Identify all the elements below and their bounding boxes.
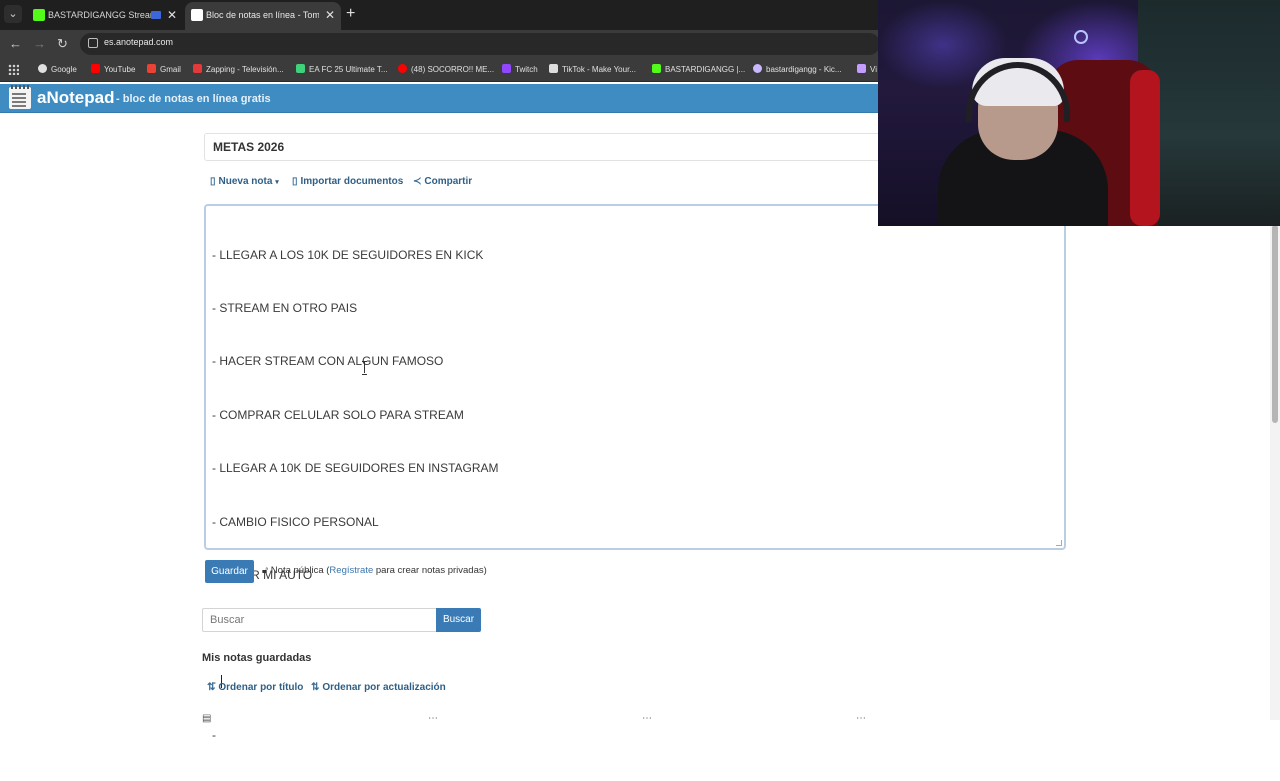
bookmark-tiktok[interactable]: TikTok - Make Your... <box>549 62 636 78</box>
note-line: - HACER STREAM CON ALGUN FAMOSO <box>212 354 444 369</box>
bookmark-vi[interactable]: Vi <box>857 62 877 78</box>
reload-icon[interactable]: ↻ <box>57 36 68 52</box>
unlock-icon: 🔓︎ <box>262 565 269 576</box>
note-line: - COMPRAR CELULAR SOLO PARA STREAM <box>212 407 464 422</box>
search-input[interactable]: Buscar <box>202 608 437 632</box>
close-tab-icon[interactable]: ✕ <box>325 2 335 28</box>
document-icon: ▯ <box>292 176 298 187</box>
apps-grid-icon[interactable] <box>8 64 19 75</box>
webcam-ring-lamp <box>1074 30 1088 44</box>
tab-bastardigangg-stream[interactable]: BASTARDIGANGG Stream - ✕ <box>27 2 183 30</box>
tab-search-dropdown[interactable]: ⌄ <box>4 5 22 23</box>
note-content-textarea[interactable]: - LLEGAR A LOS 10K DE SEGUIDORES EN KICK… <box>204 204 1066 742</box>
ibeam-cursor-icon <box>362 361 367 375</box>
address-bar[interactable]: es.anotepad.com <box>80 33 880 55</box>
caret-down-icon: ▾ <box>275 179 279 186</box>
webcam-chair-side <box>1130 70 1160 226</box>
bookmark-youtube[interactable]: YouTube <box>91 62 135 78</box>
vi-icon <box>857 64 866 73</box>
share-icon: ≺ <box>413 176 422 187</box>
note-title-text: METAS 2026 <box>213 140 285 154</box>
bookmark-bastardigangg-kic[interactable]: bastardigangg - Kic... <box>753 62 842 78</box>
share-link[interactable]: ≺ Compartir <box>413 176 472 187</box>
notepad-logo-icon[interactable] <box>9 85 31 109</box>
forward-arrow-icon[interactable]: → <box>33 36 46 52</box>
bookmark-ea-fc[interactable]: EA FC 25 Ultimate T... <box>296 62 388 78</box>
ea-fc-icon <box>296 64 305 73</box>
kick-favicon-icon <box>33 9 45 21</box>
webcam-overlay <box>878 0 1280 226</box>
resize-handle-icon[interactable] <box>1056 540 1062 546</box>
kick-icon <box>652 64 661 73</box>
note-title-input[interactable]: METAS 2026 <box>204 133 904 161</box>
note-line: - STREAM EN OTRO PAIS <box>212 300 358 315</box>
more-options-icon[interactable]: ⋯ <box>428 713 438 724</box>
tiktok-icon <box>549 64 558 73</box>
more-options-icon[interactable]: ⋯ <box>856 713 866 724</box>
anotepad-favicon-icon <box>191 9 203 21</box>
brand-tagline: - bloc de notas en línea gratis <box>116 93 271 105</box>
sort-by-title-link[interactable]: ⇅ Ordenar por título <box>207 682 303 693</box>
sort-by-updated-link[interactable]: ⇅ Ordenar por actualización <box>311 682 446 693</box>
bookmark-google[interactable]: Google <box>38 62 77 78</box>
tab-cast-icon <box>151 11 161 19</box>
youtube-icon <box>398 64 407 73</box>
brand-name[interactable]: aNotepad <box>37 88 114 108</box>
note-lines: - LLEGAR A LOS 10K DE SEGUIDORES EN KICK… <box>212 211 499 781</box>
scrollbar-thumb[interactable] <box>1272 225 1278 423</box>
bookmark-gmail[interactable]: Gmail <box>147 62 181 78</box>
zapping-icon <box>193 64 202 73</box>
google-icon <box>38 64 47 73</box>
saved-notes-heading: Mis notas guardadas <box>202 652 312 664</box>
back-arrow-icon[interactable]: ← <box>9 36 22 52</box>
gmail-icon <box>147 64 156 73</box>
save-button[interactable]: Guardar <box>205 560 254 583</box>
note-icon: ▯ <box>210 176 216 187</box>
site-info-icon[interactable] <box>88 38 98 48</box>
sort-icon: ⇅ <box>207 682 216 693</box>
note-line: - CAMBIO FISICO PERSONAL <box>212 514 379 529</box>
import-documents-link[interactable]: ▯ Importar documentos <box>292 176 403 187</box>
public-note-notice: 🔓︎ Nota pública (Regístrate para crear n… <box>262 565 487 576</box>
tab-title: Bloc de notas en línea - Toma y <box>206 10 319 20</box>
more-options-icon[interactable]: ⋯ <box>642 713 652 724</box>
bookmark-socorro-video[interactable]: (48) SOCORRO!! ME... <box>398 62 494 78</box>
tab-title: BASTARDIGANGG Stream - <box>48 10 161 20</box>
sort-icon: ⇅ <box>311 682 320 693</box>
note-line: - <box>212 728 216 743</box>
close-tab-icon[interactable]: ✕ <box>167 2 177 28</box>
note-line: - LLEGAR A LOS 10K DE SEGUIDORES EN KICK <box>212 247 484 262</box>
bookmark-bastardigangg-kick[interactable]: BASTARDIGANGG |... <box>652 62 745 78</box>
kick-profile-icon <box>753 64 762 73</box>
url-text: es.anotepad.com <box>104 37 174 47</box>
register-link[interactable]: Regístrate <box>329 565 373 576</box>
bookmark-zapping[interactable]: Zapping - Televisión... <box>193 62 284 78</box>
new-tab-plus-icon[interactable]: + <box>346 4 355 24</box>
search-button[interactable]: Buscar <box>436 608 481 632</box>
twitch-icon <box>502 64 511 73</box>
youtube-icon <box>91 64 100 73</box>
bookmark-twitch[interactable]: Twitch <box>502 62 538 78</box>
note-line: - LLEGAR A 10K DE SEGUIDORES EN INSTAGRA… <box>212 461 499 476</box>
new-note-dropdown[interactable]: ▯ Nueva nota ▾ <box>210 176 279 187</box>
tab-anotepad[interactable]: Bloc de notas en línea - Toma y ✕ <box>185 2 341 30</box>
note-list-stub: ▤ <box>202 713 212 724</box>
